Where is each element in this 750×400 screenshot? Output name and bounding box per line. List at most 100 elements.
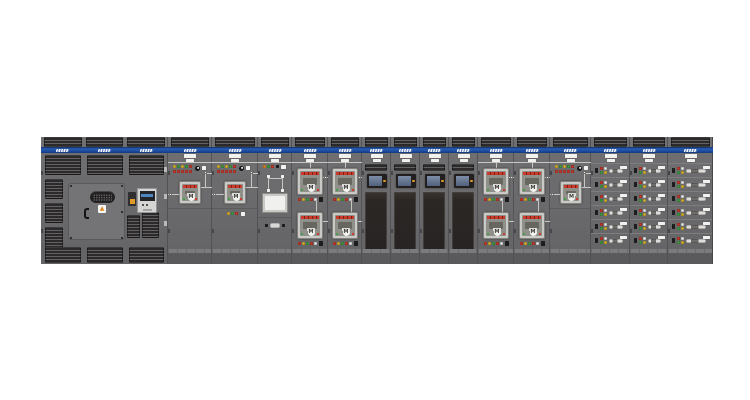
- label-tag: [202, 166, 206, 170]
- motor-symbol: M: [568, 194, 575, 201]
- unit-label-tag: [658, 194, 665, 197]
- mimic-line-h: [246, 187, 258, 188]
- roof-vent: [452, 137, 475, 147]
- louver-vent: [87, 247, 123, 263]
- hinge-screw: [292, 171, 294, 175]
- mimic-junction: [204, 171, 207, 174]
- indicator-led-red: [185, 170, 188, 173]
- indicator-led-yellow: [643, 185, 646, 188]
- unit-label-tag: [620, 222, 627, 225]
- section-nameplate: [339, 154, 351, 158]
- indicator-led-red: [484, 242, 487, 245]
- aux-switch: [354, 241, 358, 246]
- feeder-switch: [634, 168, 637, 173]
- louver-vent: [452, 164, 474, 171]
- indicator-led-white: [604, 209, 607, 212]
- brand-wordmark-icon: [642, 149, 656, 152]
- breaker-trip-bar: [523, 172, 541, 175]
- rotary-switch-knob: [577, 166, 582, 171]
- roof-vent: [423, 137, 446, 147]
- indicator-led-white: [604, 223, 607, 226]
- hinge-screw: [550, 229, 552, 233]
- indicator-led-red: [677, 167, 680, 170]
- indicator-led-green: [492, 242, 495, 245]
- louver-vent: [45, 247, 81, 263]
- indicator-led-red: [600, 223, 603, 226]
- disconnect-handle: [648, 183, 661, 187]
- indicator-led-red: [600, 237, 603, 240]
- indicator-led-yellow: [681, 227, 684, 230]
- section-nameplate: [687, 159, 695, 162]
- indicator-led-green: [559, 165, 562, 168]
- indicator-led-yellow: [643, 171, 646, 174]
- indicator-led-yellow: [681, 171, 684, 174]
- disconnect-handle: [609, 169, 623, 173]
- indicator-led-yellow: [681, 241, 684, 244]
- brand-wordmark-icon: [457, 149, 471, 152]
- drawout-breaker-module: M: [332, 212, 358, 239]
- mcc-feeder-section-2: [630, 137, 668, 264]
- feeder-unit-row: [668, 191, 712, 205]
- indicator-led-white: [643, 167, 646, 170]
- hmi-screen: [427, 176, 440, 186]
- mimic-line-v: [251, 173, 252, 187]
- drawout-breaker-module: M: [332, 168, 358, 195]
- feeder-switch: [672, 196, 675, 201]
- roof-vent: [215, 137, 255, 147]
- roof-vent: [127, 137, 165, 147]
- feeder-unit-row: [630, 205, 667, 219]
- drawout-breaker-module: M: [179, 181, 201, 204]
- indicator-led-orange: [263, 165, 266, 168]
- motor-symbol: M: [343, 185, 350, 192]
- indicator-led-red: [310, 198, 313, 201]
- hmi-power-led: [441, 180, 444, 183]
- base-plinth: [630, 253, 667, 264]
- indicator-led-yellow: [604, 185, 607, 188]
- breaker-ok-led: [523, 233, 525, 235]
- door-seam: [550, 208, 590, 209]
- indicator-led-red: [600, 209, 603, 212]
- hmi-power-led: [412, 180, 415, 183]
- indicator-led-red: [333, 198, 336, 201]
- feeder-unit-row: [591, 191, 629, 205]
- roof-vent: [261, 137, 289, 147]
- mimic-line-v: [316, 201, 317, 212]
- acb-feeder-section-3: M: [550, 137, 591, 264]
- breaker-trip-led: [240, 198, 242, 200]
- hmi-screen: [398, 176, 411, 186]
- indicator-led-green: [677, 213, 680, 216]
- louver-vent: [45, 203, 63, 223]
- mimic-junction: [510, 176, 513, 179]
- indicator-led-red: [520, 198, 523, 201]
- louver-vent: [45, 227, 63, 249]
- indicator-led-green: [231, 212, 234, 215]
- base-plinth: [328, 253, 361, 264]
- label-tag: [281, 165, 286, 169]
- louver-vent: [423, 164, 445, 171]
- breaker-trip-bar: [487, 172, 505, 175]
- mimic-junction: [324, 176, 327, 179]
- feeder-switch: [672, 210, 675, 215]
- roof-vent: [671, 137, 710, 147]
- base-plinth: [258, 253, 291, 264]
- louver-vent: [129, 155, 164, 175]
- mimic-line-h: [258, 162, 292, 163]
- unit-label-tag: [703, 208, 710, 211]
- indicator-led-yellow: [643, 199, 646, 202]
- disconnect-handle: [609, 197, 623, 201]
- indicator-led-white: [536, 242, 539, 245]
- louver-vent: [45, 155, 81, 175]
- motor-symbol: M: [233, 194, 240, 201]
- indicator-led-red: [677, 237, 680, 240]
- disconnect-handle: [609, 211, 623, 215]
- main-incomer-section: ▲: [41, 137, 168, 264]
- brand-wordmark-icon: [370, 149, 384, 152]
- base-plinth: [449, 253, 477, 264]
- mimic-line-h: [582, 187, 592, 188]
- indicator-led-white: [604, 181, 607, 184]
- indicator-led-red: [189, 165, 192, 168]
- feeder-unit-row: [591, 163, 629, 177]
- mcc-feeder-section-1: [591, 137, 630, 264]
- indicator-led-red: [639, 167, 642, 170]
- breaker-trip-bar: [523, 216, 541, 219]
